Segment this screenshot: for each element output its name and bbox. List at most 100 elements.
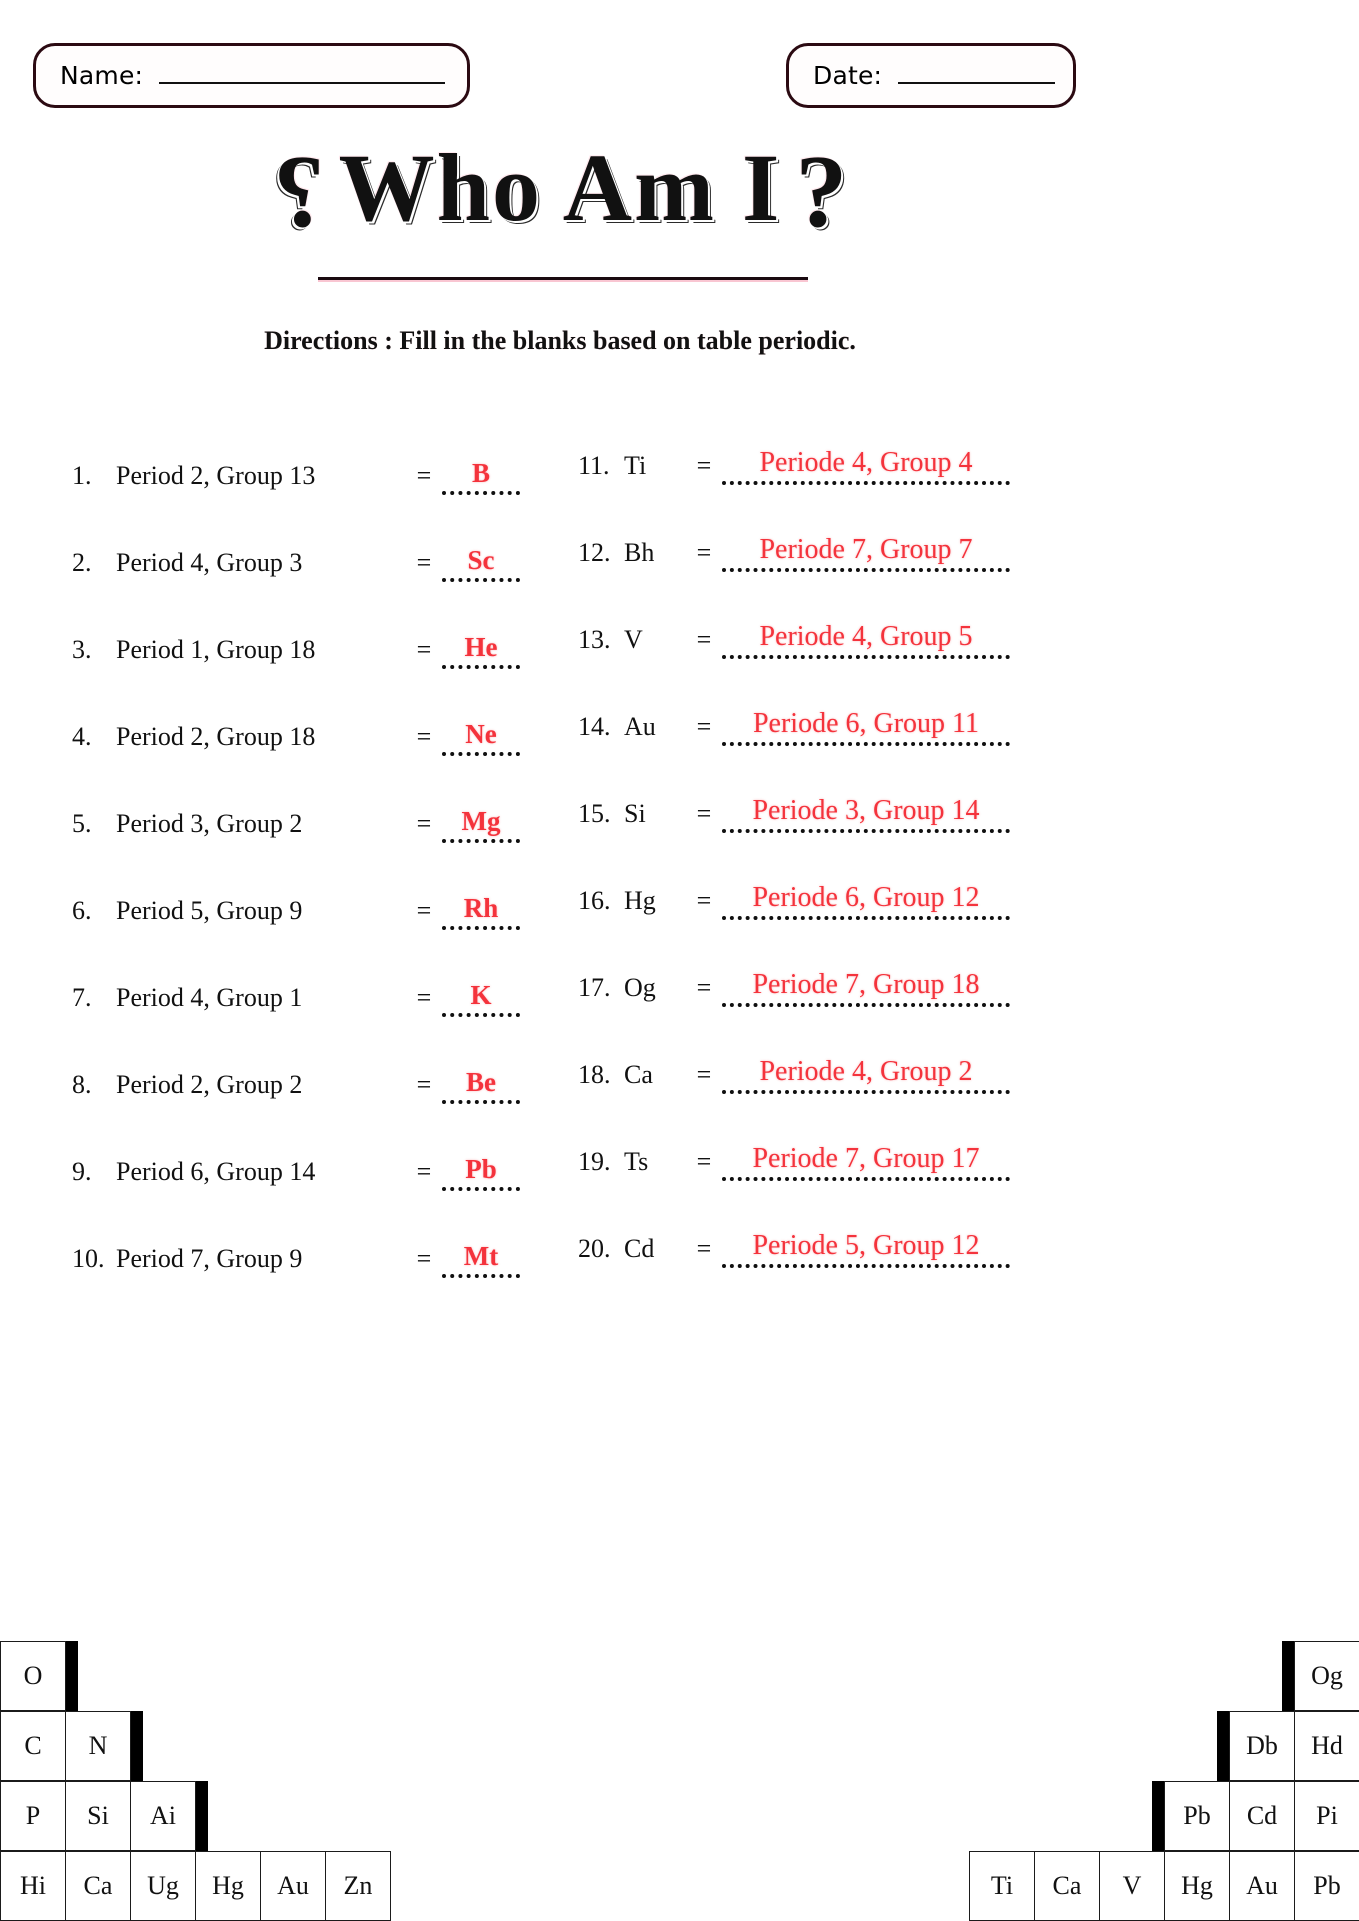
equals-sign: =	[696, 625, 712, 654]
equals-sign: =	[696, 886, 712, 915]
element-cell[interactable]: Og	[1282, 1641, 1359, 1711]
answer-blank[interactable]: Periode 7, Group 7	[722, 536, 1010, 572]
equals-sign: =	[696, 1147, 712, 1176]
question-prompt: Ca	[624, 1060, 653, 1089]
answer-blank[interactable]: Periode 4, Group 2	[722, 1058, 1010, 1094]
question-prompt: Bh	[624, 538, 655, 567]
question-number: 2.	[72, 548, 92, 577]
question-prompt: Period 2, Group 18	[116, 722, 316, 751]
element-cell[interactable]: Pb	[1152, 1781, 1230, 1851]
answer-blank[interactable]: Periode 7, Group 18	[722, 969, 1010, 1007]
answer-text: Rh	[463, 893, 499, 923]
answer-text: Periode 5, Group 12	[752, 1230, 980, 1261]
periodic-row: O	[0, 1641, 390, 1711]
element-cell[interactable]: C	[0, 1711, 66, 1781]
element-cell[interactable]: N	[65, 1711, 143, 1781]
equals-sign: =	[696, 973, 712, 1002]
element-cell[interactable]: Ug	[130, 1851, 196, 1921]
element-cell[interactable]: Ca	[65, 1851, 131, 1921]
answer-blank[interactable]: Periode 5, Group 12	[722, 1230, 1010, 1268]
element-cell[interactable]: Ca	[1034, 1851, 1100, 1921]
question-row: 19. Ts = Periode 7, Group 17	[578, 1094, 1018, 1181]
answer-blank[interactable]: He	[442, 632, 520, 669]
element-cell[interactable]: Hg	[1164, 1851, 1230, 1921]
question-number: 9.	[72, 1157, 92, 1186]
equals-sign: =	[696, 799, 712, 828]
question-number: 10.	[72, 1244, 105, 1273]
title-words: Who Am I	[338, 134, 782, 241]
element-cell[interactable]: Si	[65, 1781, 131, 1851]
question-row: 7. Period 4, Group 1 = K	[72, 930, 542, 1017]
answer-blank[interactable]: Periode 3, Group 14	[722, 797, 1010, 833]
answer-text: Sc	[467, 545, 495, 575]
answer-blank[interactable]: B	[442, 460, 520, 495]
element-cell[interactable]: Hd	[1294, 1711, 1359, 1781]
question-row: 17. Og = Periode 7, Group 18	[578, 920, 1018, 1007]
equals-sign: =	[696, 712, 712, 741]
answer-blank[interactable]: K	[442, 982, 520, 1017]
element-cell[interactable]: V	[1099, 1851, 1165, 1921]
answer-blank[interactable]: Mg	[442, 808, 520, 843]
name-field-box[interactable]: Name:	[33, 43, 470, 108]
answer-blank[interactable]: Pb	[442, 1156, 520, 1191]
question-prompt: Period 6, Group 14	[116, 1157, 316, 1186]
question-row: 2. Period 4, Group 3 = Sc	[72, 495, 542, 582]
element-cell[interactable]: Au	[260, 1851, 326, 1921]
equals-sign: =	[696, 451, 712, 480]
answer-blank[interactable]: Periode 4, Group 5	[722, 623, 1010, 659]
equals-sign: =	[416, 722, 432, 751]
date-field-box[interactable]: Date:	[786, 43, 1076, 108]
answer-blank[interactable]: Periode 4, Group 4	[722, 449, 1010, 485]
question-row: 13. V = Periode 4, Group 5	[578, 572, 1018, 659]
question-mark-left-icon: ?	[270, 134, 325, 249]
answer-text: Periode 7, Group 17	[752, 1143, 980, 1174]
question-row: 1. Period 2, Group 13 = B	[72, 408, 542, 495]
equals-sign: =	[416, 809, 432, 838]
periodic-staircase-right: Og Db Hd Pb Cd Pi Ti Ca V Hg Au Pb	[969, 1641, 1359, 1921]
questions-column-left: 1. Period 2, Group 13 = B 2. Period 4, Group …	[72, 408, 542, 1278]
question-row: 16. Hg = Periode 6, Group 12	[578, 833, 1018, 920]
answer-blank[interactable]: Periode 6, Group 12	[722, 884, 1010, 920]
question-row: 20. Cd = Periode 5, Group 12	[578, 1181, 1018, 1268]
question-number: 13.	[578, 625, 611, 654]
question-row: 4. Period 2, Group 18 = Ne	[72, 669, 542, 756]
answer-text: He	[464, 632, 498, 662]
answer-blank[interactable]: Periode 6, Group 11	[722, 710, 1010, 746]
answer-blank[interactable]: Sc	[442, 545, 520, 582]
question-row: 3. Period 1, Group 18 = He	[72, 582, 542, 669]
element-cell[interactable]: O	[0, 1641, 78, 1711]
element-cell[interactable]: Hg	[195, 1851, 261, 1921]
question-prompt: Period 2, Group 2	[116, 1070, 303, 1099]
equals-sign: =	[416, 548, 432, 577]
question-prompt: Period 5, Group 9	[116, 896, 303, 925]
answer-text: Periode 7, Group 18	[752, 969, 980, 1000]
answer-blank[interactable]: Ne	[442, 721, 520, 756]
answer-blank[interactable]: Rh	[442, 893, 520, 930]
date-write-line[interactable]	[898, 81, 1055, 84]
question-row: 14. Au = Periode 6, Group 11	[578, 659, 1018, 746]
element-cell[interactable]: P	[0, 1781, 66, 1851]
element-cell[interactable]: Db	[1217, 1711, 1295, 1781]
element-cell[interactable]: Cd	[1229, 1781, 1295, 1851]
periodic-row: P Si Ai	[0, 1781, 390, 1851]
question-row: 15. Si = Periode 3, Group 14	[578, 746, 1018, 833]
question-number: 16.	[578, 886, 611, 915]
element-cell[interactable]: Hi	[0, 1851, 66, 1921]
question-prompt: Period 4, Group 1	[116, 983, 303, 1012]
name-write-line[interactable]	[159, 81, 445, 84]
element-cell[interactable]: Pb	[1294, 1851, 1359, 1921]
question-row: 9. Period 6, Group 14 = Pb	[72, 1104, 542, 1191]
title-text: ? Who Am I?	[270, 134, 850, 249]
answer-blank[interactable]: Periode 7, Group 17	[722, 1143, 1010, 1181]
periodic-row: Hi Ca Ug Hg Au Zn	[0, 1851, 391, 1921]
element-cell[interactable]: Zn	[325, 1851, 391, 1921]
question-prompt: V	[624, 625, 643, 654]
element-cell[interactable]: Ai	[130, 1781, 208, 1851]
element-cell[interactable]: Ti	[969, 1851, 1035, 1921]
answer-blank[interactable]: Be	[442, 1069, 520, 1104]
question-prompt: Cd	[624, 1234, 655, 1263]
element-cell[interactable]: Au	[1229, 1851, 1295, 1921]
answer-blank[interactable]: Mt	[442, 1243, 520, 1278]
question-number: 14.	[578, 712, 611, 741]
element-cell[interactable]: Pi	[1294, 1781, 1359, 1851]
